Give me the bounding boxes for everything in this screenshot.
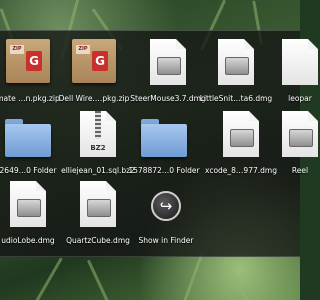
package-zip-icon: ZIP G — [6, 39, 50, 83]
show-in-finder-icon: ↪ — [151, 191, 181, 221]
stack-item-label: Reel — [291, 166, 309, 175]
bz2-archive-icon: BZ2 — [80, 111, 116, 157]
folder-icon — [5, 119, 51, 157]
disk-image-icon — [282, 111, 318, 157]
bz2-badge: BZ2 — [90, 144, 106, 152]
disk-image-icon — [80, 181, 116, 227]
folder-icon — [141, 119, 187, 157]
document-icon — [282, 39, 318, 85]
disk-image-icon — [218, 39, 254, 85]
disk-image-icon — [10, 181, 46, 227]
show-in-finder-label: Show in Finder — [138, 236, 194, 245]
package-zip-icon: ZIP G — [72, 39, 116, 83]
downloads-stack-grid: ZIP G mate …n.pkg.zip ZIP G Dell Wire….pkg… — [0, 30, 318, 257]
disk-image-icon — [150, 39, 186, 85]
disk-image-icon — [223, 111, 259, 157]
stack-item-label: leopar — [288, 94, 312, 103]
